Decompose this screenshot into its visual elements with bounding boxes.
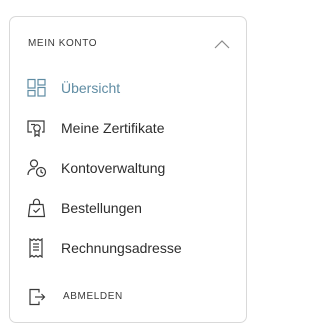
menu-item-bestellungen[interactable]: Bestellungen bbox=[10, 195, 246, 221]
menu-item-label: Übersicht bbox=[61, 80, 121, 96]
menu-item-zertifikate[interactable]: Meine Zertifikate bbox=[10, 115, 246, 141]
user-clock-icon bbox=[26, 158, 48, 178]
menu-item-uebersicht[interactable]: Übersicht bbox=[10, 75, 246, 101]
menu-item-label: Bestellungen bbox=[61, 200, 142, 216]
certificate-icon bbox=[26, 118, 48, 138]
chevron-up-icon[interactable] bbox=[213, 37, 231, 51]
account-menu-header[interactable]: MEIN KONTO bbox=[10, 35, 246, 55]
logout-icon bbox=[28, 288, 46, 306]
menu-item-rechnungsadresse[interactable]: Rechnungsadresse bbox=[10, 235, 246, 261]
menu-item-label: Rechnungsadresse bbox=[61, 240, 182, 256]
menu-item-label: Kontoverwaltung bbox=[61, 160, 166, 176]
logout-button[interactable]: ABMELDEN bbox=[10, 286, 246, 308]
menu-item-kontoverwaltung[interactable]: Kontoverwaltung bbox=[10, 155, 246, 181]
dashboard-icon bbox=[26, 78, 48, 98]
menu-item-label: Meine Zertifikate bbox=[61, 120, 165, 136]
account-menu-title: MEIN KONTO bbox=[28, 38, 98, 49]
logout-label: ABMELDEN bbox=[63, 291, 123, 302]
receipt-icon bbox=[26, 238, 48, 258]
shopping-bag-icon bbox=[26, 198, 48, 218]
account-menu-card: MEIN KONTO Übersicht Meine Zertifikate K… bbox=[9, 16, 247, 323]
